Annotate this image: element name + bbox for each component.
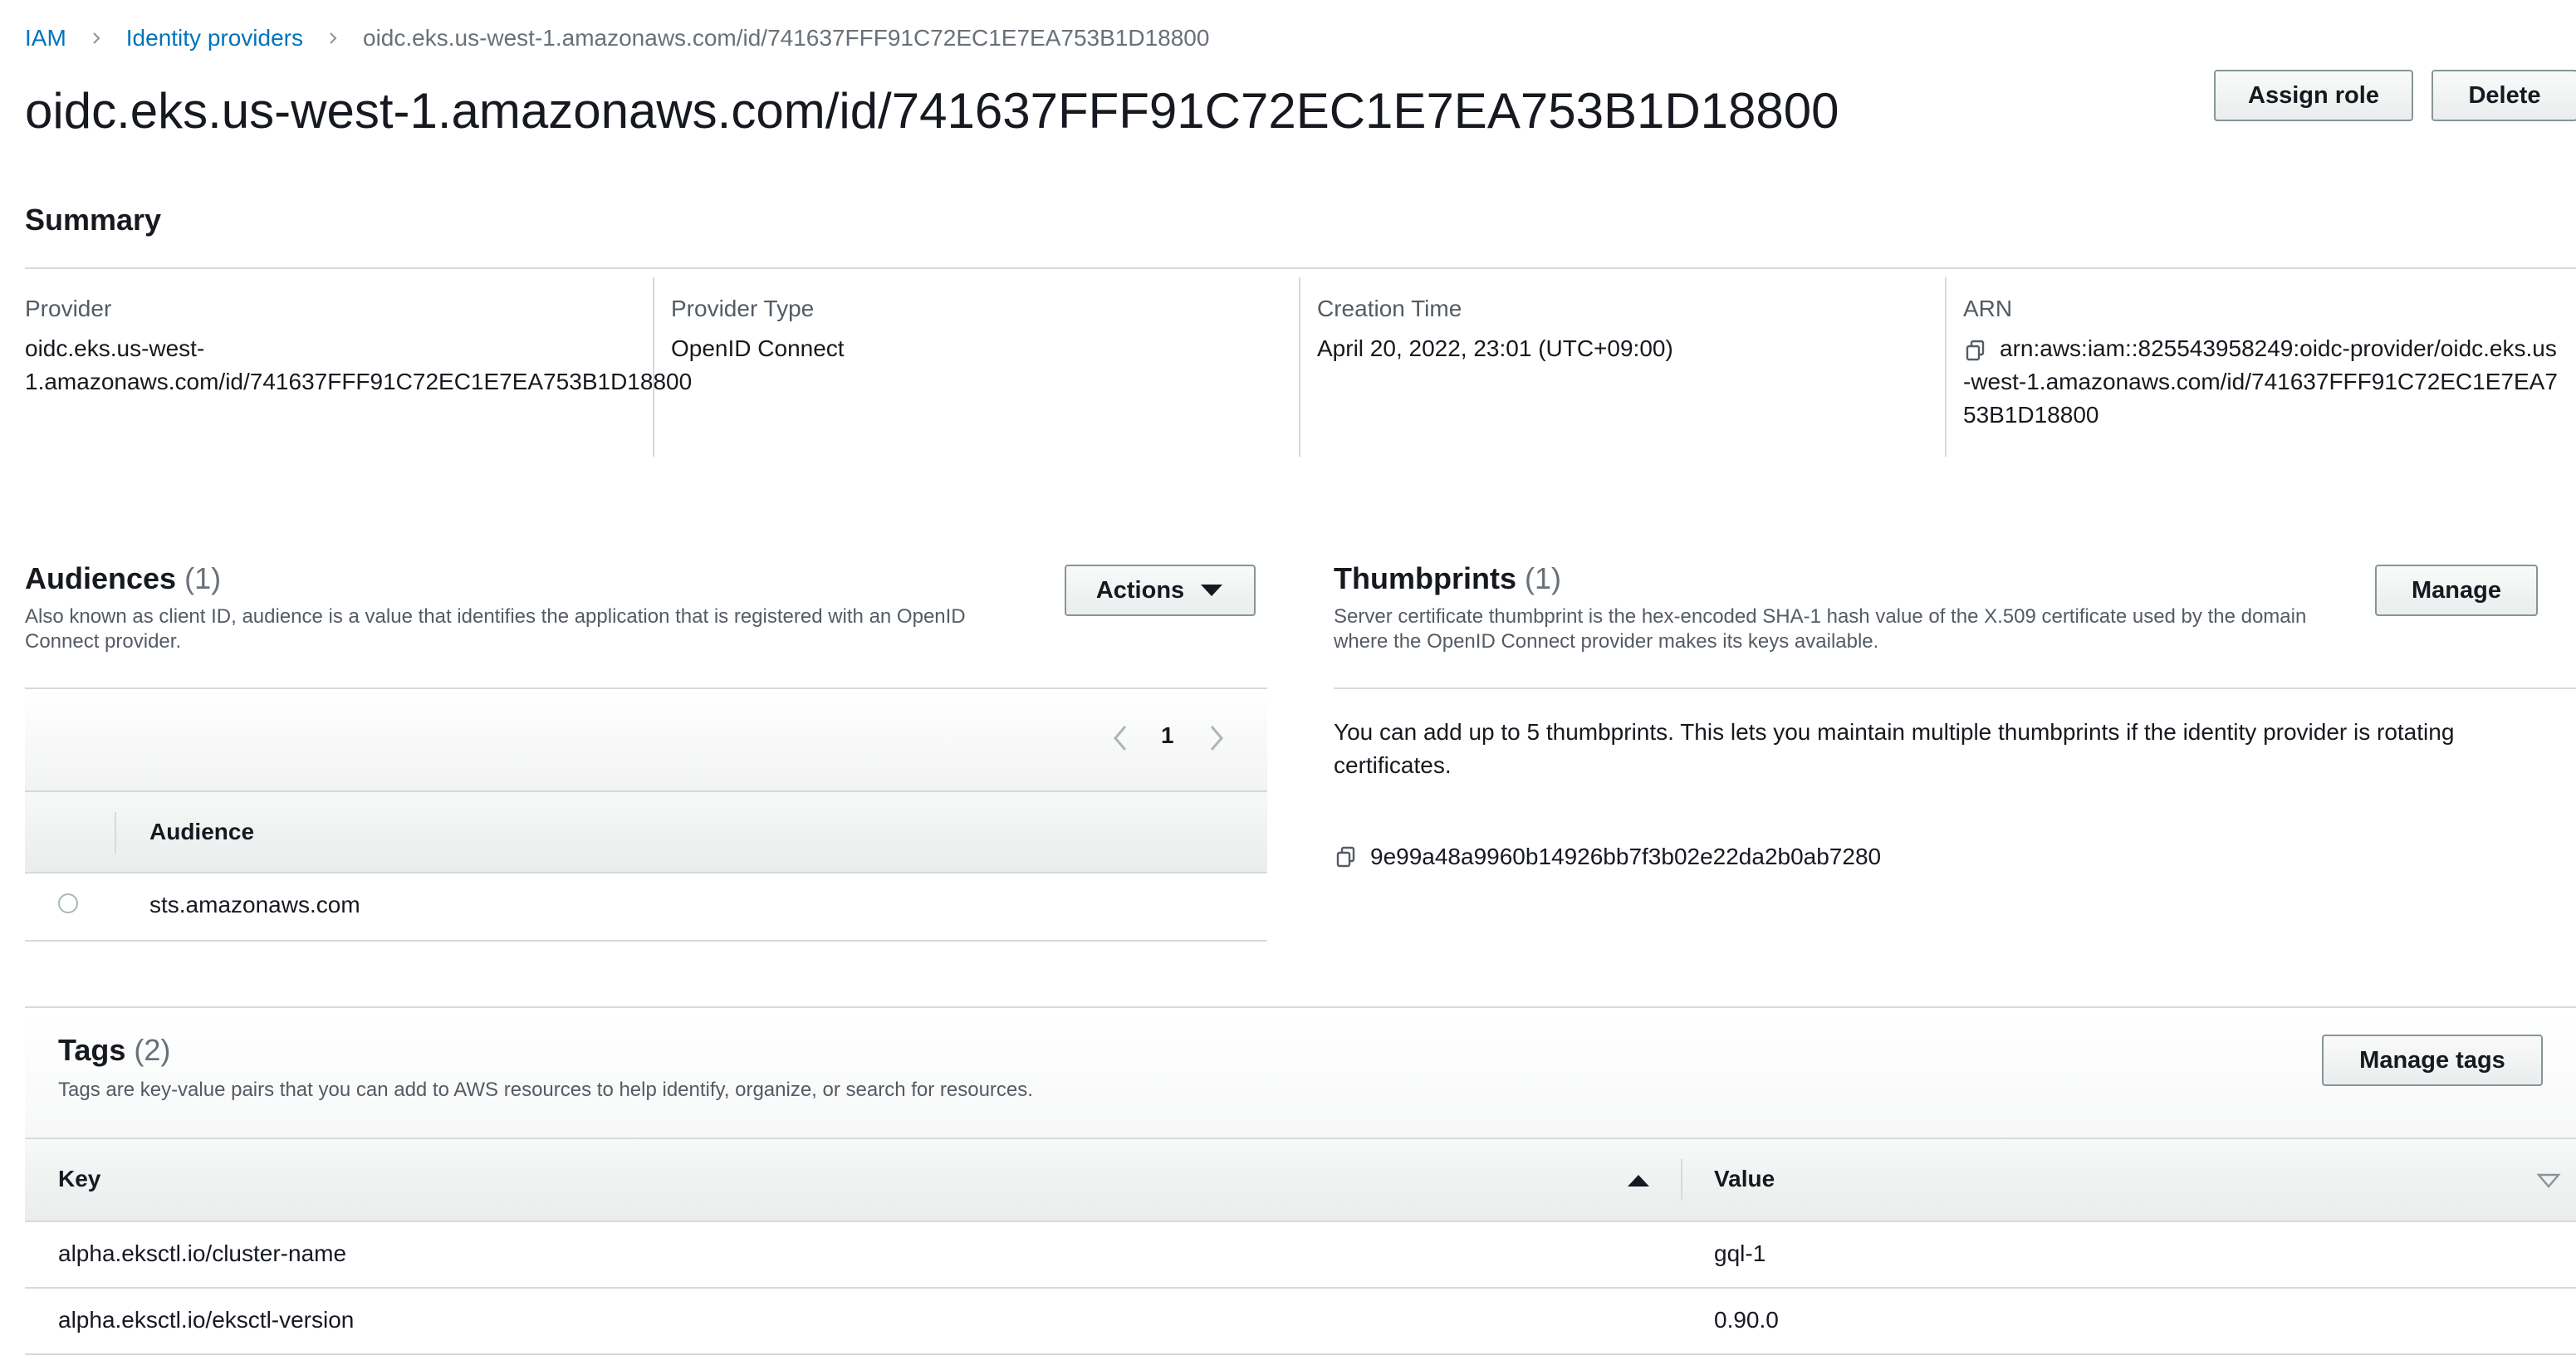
copy-icon[interactable] — [1963, 338, 1988, 363]
summary-provider: Provider oidc.eks.us-west- 1.amazonaws.c… — [25, 296, 693, 399]
actions-label: Actions — [1095, 576, 1185, 604]
page-number[interactable]: 1 — [1161, 722, 1174, 749]
sort-ascending-icon[interactable] — [1626, 1172, 1651, 1189]
provider-type-value: OpenID Connect — [671, 335, 845, 361]
arn-line2: -west-1.amazonaws.com/id/741637FFF91C72E… — [1963, 369, 2558, 394]
summary-creation-time: Creation Time April 20, 2022, 23:01 (UTC… — [1317, 296, 1932, 365]
thumbprint-item: 9e99a48a9960b14926bb7f3b02e22da2b0ab7280 — [1334, 844, 1881, 870]
copy-icon[interactable] — [1334, 844, 1359, 869]
thumbprint-value: 9e99a48a9960b14926bb7f3b02e22da2b0ab7280 — [1370, 844, 1882, 869]
chevron-right-icon — [93, 32, 100, 44]
manage-thumbprints-button[interactable]: Manage — [2375, 565, 2538, 616]
column-divider — [1681, 1159, 1682, 1201]
audience-value: sts.amazonaws.com — [149, 892, 360, 917]
breadcrumb-identity-providers-link[interactable]: Identity providers — [126, 25, 303, 51]
column-divider — [115, 812, 116, 854]
manage-tags-button[interactable]: Manage tags — [2322, 1035, 2543, 1086]
tags-description: Tags are key-value pairs that you can ad… — [58, 1079, 1033, 1101]
page-title: oidc.eks.us-west-1.amazonaws.com/id/7416… — [25, 83, 1839, 139]
summary-title: Summary — [25, 203, 162, 237]
tags-header: Tags (2) Tags are key-value pairs that y… — [25, 1006, 2576, 1138]
arn-value: arn:aws:iam::825543958249:oidc-provider/… — [1963, 332, 2574, 432]
creation-time-value: April 20, 2022, 23:01 (UTC+09:00) — [1317, 335, 1673, 361]
tag-value: gql-1 — [1714, 1240, 1766, 1266]
provider-label: Provider — [25, 296, 112, 321]
tag-key: alpha.eksctl.io/eksctl-version — [58, 1307, 355, 1333]
thumbprints-count: (1) — [1525, 561, 1561, 595]
audiences-header: Audiences (1) Also known as client ID, a… — [25, 561, 966, 654]
audiences-pagination-bar: 1 — [25, 687, 1267, 790]
arn-line3: 53B1D18800 — [1963, 402, 2099, 428]
audience-radio[interactable] — [58, 893, 78, 913]
tags-count: (2) — [134, 1033, 171, 1067]
audiences-count: (1) — [184, 561, 222, 595]
assign-role-button[interactable]: Assign role — [2214, 70, 2413, 121]
provider-type-label: Provider Type — [671, 296, 815, 321]
arn-label: ARN — [1963, 296, 2013, 321]
audiences-description: Also known as client ID, audience is a v… — [25, 605, 966, 653]
provider-value-line2: 1.amazonaws.com/id/741637FFF91C72EC1E7EA… — [25, 369, 693, 394]
breadcrumb-iam-link[interactable]: IAM — [25, 25, 66, 51]
tags-table-header: Key Value — [25, 1138, 2576, 1222]
summary-column-divider — [653, 277, 654, 457]
chevron-right-icon[interactable] — [1207, 724, 1226, 752]
value-column-header[interactable]: Value — [1714, 1166, 1775, 1192]
provider-value: oidc.eks.us-west- 1.amazonaws.com/id/741… — [25, 332, 693, 399]
chevron-right-icon — [330, 32, 337, 44]
summary-divider — [25, 267, 2576, 269]
arn-line1: arn:aws:iam::825543958249:oidc-provider/… — [2000, 335, 2557, 361]
audiences-table-header: Audience — [25, 790, 1267, 873]
thumbprints-title: Thumbprints (1) — [1334, 561, 1561, 595]
thumbprints-description: Server certificate thumbprint is the hex… — [1334, 605, 2307, 653]
summary-column-divider — [1945, 277, 1947, 457]
creation-time-label: Creation Time — [1317, 296, 1462, 321]
thumbprints-header: Thumbprints (1) Server certificate thumb… — [1334, 561, 2306, 654]
caret-down-icon — [1201, 585, 1223, 596]
table-row[interactable]: sts.amazonaws.com — [25, 873, 1267, 942]
summary-arn: ARN arn:aws:iam::825543958249:oidc-provi… — [1963, 296, 2574, 432]
audiences-title: Audiences (1) — [25, 561, 222, 595]
summary-provider-type: Provider Type OpenID Connect — [671, 296, 1286, 365]
breadcrumb-current: oidc.eks.us-west-1.amazonaws.com/id/7416… — [363, 25, 1210, 51]
sort-indicator-icon[interactable] — [2536, 1172, 2561, 1189]
breadcrumb: IAM Identity providers oidc.eks.us-west-… — [25, 22, 1209, 55]
thumbprints-info: You can add up to 5 thumbprints. This le… — [1334, 719, 2455, 778]
actions-dropdown-button[interactable]: Actions — [1065, 565, 1256, 616]
provider-value-line1: oidc.eks.us-west- — [25, 335, 205, 361]
key-column-header[interactable]: Key — [58, 1166, 100, 1192]
table-row[interactable]: alpha.eksctl.io/cluster-name gql-1 — [25, 1222, 2576, 1289]
chevron-left-icon[interactable] — [1111, 724, 1129, 752]
thumbprints-divider — [1334, 687, 2576, 689]
tag-value: 0.90.0 — [1714, 1307, 1779, 1333]
delete-button[interactable]: Delete — [2432, 70, 2576, 121]
tag-key: alpha.eksctl.io/cluster-name — [58, 1240, 347, 1266]
tags-title: Tags (2) — [58, 1033, 171, 1067]
table-row[interactable]: alpha.eksctl.io/eksctl-version 0.90.0 — [25, 1289, 2576, 1355]
summary-column-divider — [1299, 277, 1300, 457]
audience-column-header[interactable]: Audience — [149, 819, 254, 845]
